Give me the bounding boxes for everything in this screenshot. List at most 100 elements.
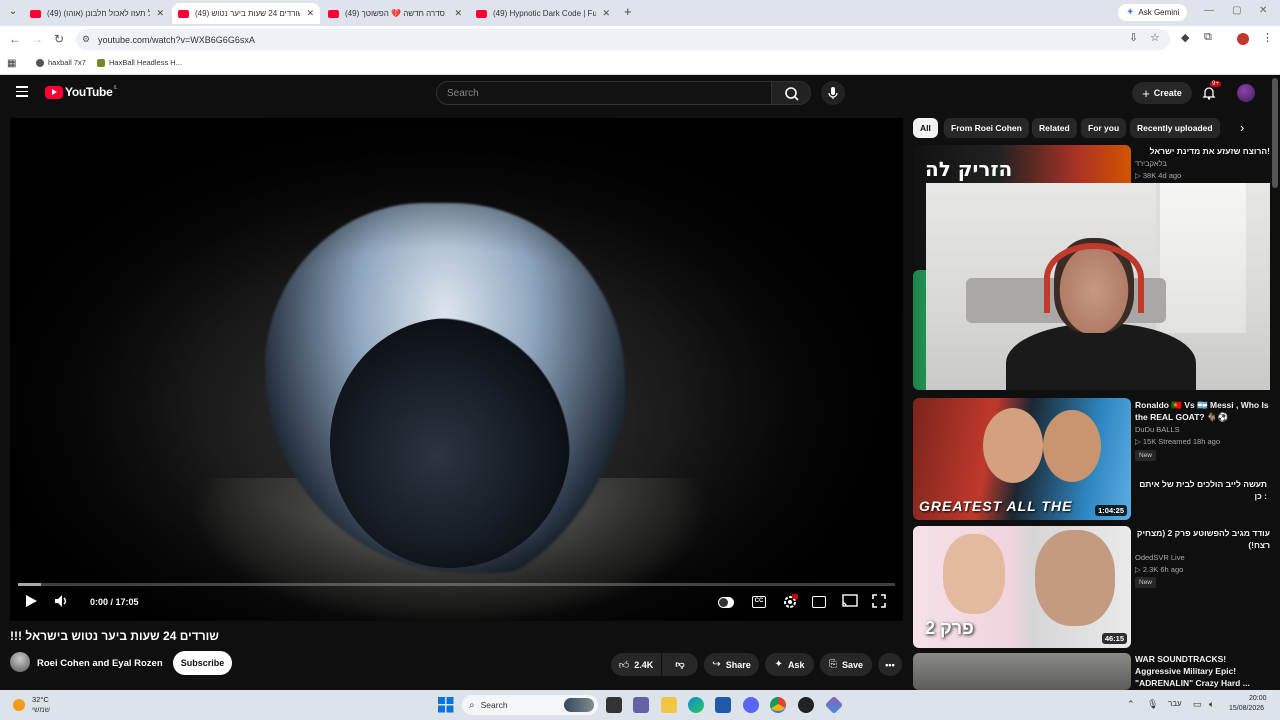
subtitles-icon[interactable]: CC — [752, 596, 766, 608]
voice-search-button[interactable] — [821, 81, 845, 105]
bookmark-item[interactable]: haxball 7x7 — [36, 58, 86, 67]
new-tab-button[interactable]: + — [624, 4, 632, 19]
address-bar[interactable]: ⚙ youtube.com/watch?v=WXB6G6G6sxA — [76, 29, 1170, 50]
subscribe-button[interactable]: Subscribe — [173, 651, 232, 675]
recommendation-channel[interactable]: DuDu BALLS — [1135, 425, 1180, 434]
teams-icon[interactable] — [633, 697, 649, 713]
thumbnail-face — [1043, 410, 1101, 482]
share-button[interactable]: ↪ Share — [704, 653, 759, 676]
taskbar-search[interactable]: ⌕ Search — [462, 695, 598, 715]
discord-icon[interactable] — [743, 697, 759, 713]
chip-related[interactable]: Related — [1032, 118, 1077, 138]
back-icon[interactable]: ← — [9, 32, 21, 46]
account-avatar[interactable] — [1237, 84, 1255, 102]
more-actions-button[interactable]: ••• — [878, 653, 902, 676]
browser-profile-avatar[interactable] — [1237, 33, 1249, 45]
notifications-button[interactable]: 9+ — [1202, 81, 1221, 105]
extension-icon[interactable]: ◆ — [1181, 31, 1189, 44]
browser-menu-icon[interactable]: ⋮ — [1262, 31, 1273, 44]
app-icon[interactable] — [824, 695, 844, 715]
minimize-icon[interactable]: — — [1204, 5, 1214, 16]
video-thumbnail[interactable]: GREATEST ALL THE 1:04:25 — [913, 398, 1131, 520]
store-icon[interactable] — [715, 697, 731, 713]
video-player[interactable]: 0:00 / 17:05 CC — [10, 118, 903, 621]
extensions-puzzle-icon[interactable]: ⧉ — [1204, 31, 1212, 44]
recommendation-channel[interactable]: בלאקבירד — [1135, 159, 1167, 168]
page-scrollbar-thumb[interactable] — [1272, 78, 1278, 188]
bookmark-label: HaxBall Headless H... — [109, 58, 182, 67]
chip-recently-uploaded[interactable]: Recently uploaded — [1130, 118, 1220, 138]
youtube-logo[interactable]: YouTube IL — [45, 85, 118, 99]
bookmark-star-icon[interactable]: ☆ — [1150, 31, 1160, 44]
close-tab-icon[interactable]: ✕ — [156, 8, 164, 19]
tray-chevron-icon[interactable]: ⌃ — [1127, 699, 1135, 710]
save-button[interactable]: ⎘ Save — [820, 653, 872, 676]
play-icon[interactable] — [24, 594, 38, 608]
progress-bar[interactable] — [18, 583, 895, 586]
tab-search-icon[interactable]: ⌄ — [6, 5, 20, 19]
browser-tab[interactable]: (49) Hypnotic Dark Code | Futu ✕ — [470, 3, 616, 24]
clock-date[interactable]: 15/08/2026 — [1229, 705, 1264, 712]
like-button[interactable]: 👍︎ 2.4K — [611, 653, 661, 676]
channel-name[interactable]: Roei Cohen and Eyal Rozen — [37, 658, 163, 669]
volume-icon[interactable] — [54, 594, 70, 608]
display-icon[interactable]: ▭ — [1193, 699, 1202, 710]
create-button[interactable]: + Create — [1132, 82, 1192, 104]
video-thumbnail[interactable]: פרק 2 46:15 — [913, 526, 1131, 648]
reload-icon[interactable]: ↻ — [54, 32, 64, 46]
fullscreen-icon[interactable] — [872, 594, 886, 608]
forward-icon[interactable]: → — [31, 32, 43, 46]
dislike-button[interactable]: 👎︎ — [662, 653, 698, 676]
edge-icon[interactable] — [688, 697, 704, 713]
webcam-person-body — [1006, 323, 1196, 390]
video-vignette — [10, 118, 903, 621]
channel-avatar[interactable] — [10, 652, 30, 672]
chrome-icon[interactable] — [770, 697, 786, 713]
file-explorer-icon[interactable] — [661, 697, 677, 713]
browser-tab-active[interactable]: שורדים 24 שעות ביער נטוש (49) ✕ — [172, 3, 320, 24]
youtube-favicon-icon — [30, 9, 41, 18]
clock-time[interactable]: 20:00 — [1249, 695, 1267, 702]
recommendation-title[interactable]: Ronaldo 🇵🇹 Vs 🇦🇷 Messi , Who Is the REAL… — [1135, 399, 1270, 423]
chip-all[interactable]: All — [913, 118, 938, 138]
miniplayer-icon[interactable] — [812, 596, 826, 608]
menu-hamburger-icon[interactable] — [16, 86, 28, 97]
address-url[interactable]: youtube.com/watch?v=WXB6G6G6sxA — [98, 35, 255, 45]
chip-from-channel[interactable]: From Roei Cohen — [944, 118, 1029, 138]
chevron-right-icon[interactable]: › — [1240, 120, 1244, 135]
close-tab-icon[interactable]: ✕ — [454, 8, 462, 19]
microphone-tray-icon[interactable]: 🎙︎ — [1147, 699, 1158, 710]
windows-start-icon[interactable] — [438, 697, 454, 713]
close-window-icon[interactable]: ✕ — [1259, 5, 1267, 16]
close-tab-icon[interactable]: ✕ — [306, 8, 314, 19]
obs-icon[interactable] — [798, 697, 814, 713]
tab-title: אל תעזו לאכול חלבונן (אוהו) (49) — [47, 9, 151, 18]
video-thumbnail[interactable] — [913, 653, 1131, 690]
maximize-icon[interactable]: ▢ — [1232, 5, 1241, 16]
chip-for-you[interactable]: For you — [1081, 118, 1127, 138]
browser-tab[interactable]: סדרה חדשה 💔 הפשוטך (49) ✕ — [322, 3, 468, 24]
apps-grid-icon[interactable]: ▦ — [7, 58, 16, 69]
search-button[interactable] — [771, 81, 811, 105]
site-info-icon[interactable]: ⚙ — [82, 34, 96, 45]
recommendation-title[interactable]: עודד מגיב להפשוטע פרק 2 (מצחיק רצח!) — [1135, 527, 1270, 551]
search-input[interactable] — [437, 82, 771, 104]
task-view-icon[interactable] — [606, 697, 622, 713]
install-app-icon[interactable]: ⇩ — [1129, 31, 1138, 44]
settings-gear-icon[interactable] — [782, 594, 798, 610]
recommendation-title[interactable]: הרוצח שזעזע את מדינת ישראל! — [1135, 145, 1270, 157]
cast-icon[interactable] — [842, 594, 858, 608]
weather-sun-icon[interactable] — [13, 699, 25, 711]
browser-tab[interactable]: אל תעזו לאכול חלבונן (אוהו) (49) ✕ — [24, 3, 170, 24]
close-tab-icon[interactable]: ✕ — [602, 8, 610, 19]
input-language[interactable]: עבר — [1168, 699, 1182, 708]
ask-gemini-button[interactable]: ✦ Ask Gemini — [1118, 4, 1188, 21]
recommendation-channel[interactable]: OdedSVR Live — [1135, 553, 1185, 562]
speaker-icon[interactable]: 🔈︎ — [1209, 699, 1214, 710]
bookmark-item[interactable]: HaxBall Headless H... — [97, 58, 182, 67]
more-horizontal-icon: ••• — [885, 659, 895, 670]
autoplay-toggle[interactable] — [718, 597, 734, 608]
recommendation-title[interactable]: WAR SOUNDTRACKS! Aggressive Military Epi… — [1135, 653, 1270, 689]
weather-temperature[interactable]: 32°C — [32, 695, 49, 704]
ask-button[interactable]: ✦ Ask — [765, 653, 814, 676]
